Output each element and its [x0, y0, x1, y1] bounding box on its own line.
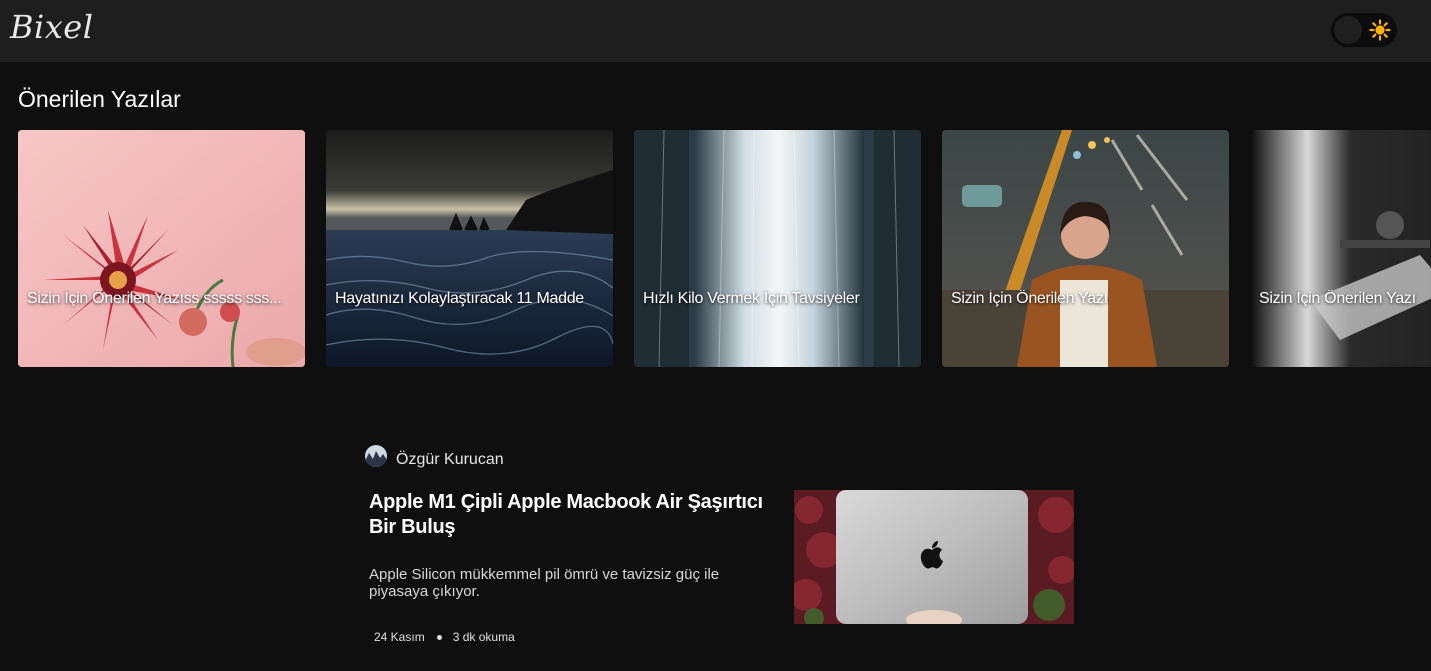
article-preview[interactable]: Özgür Kurucan Apple M1 Çipli Apple Macbo…	[365, 444, 1085, 664]
toggle-knob	[1334, 16, 1362, 44]
card-image	[1250, 130, 1431, 367]
avatar-image	[365, 445, 387, 467]
recommended-card[interactable]: Sizin İçin Önerilen Yazıss sssss sss...	[18, 130, 305, 367]
card-image	[326, 130, 613, 367]
article-meta: 24 Kasım 3 dk okuma	[374, 630, 515, 644]
sun-icon	[1369, 19, 1391, 41]
card-title: Sizin İçin Önerilen Yazı	[1259, 290, 1416, 307]
card-image	[18, 130, 305, 367]
recommended-carousel: Sizin İçin Önerilen Yazıss sssss sss...	[18, 130, 1431, 367]
author-avatar[interactable]	[365, 445, 387, 467]
article-title[interactable]: Apple M1 Çipli Apple Macbook Air Şaşırtı…	[369, 490, 789, 540]
recommended-card[interactable]: Sizin İçin Önerilen Yazı	[1250, 130, 1431, 367]
recommended-card[interactable]: Hızlı Kilo Vermek İçin Tavsiyeler	[634, 130, 921, 367]
article-read-time: 3 dk okuma	[452, 630, 515, 644]
card-image	[634, 130, 921, 367]
theme-toggle[interactable]	[1331, 13, 1397, 47]
article-date: 24 Kasım	[374, 630, 425, 644]
top-navbar: Bixel	[0, 0, 1431, 62]
card-image	[942, 130, 1229, 367]
site-logo[interactable]: Bixel	[10, 8, 93, 46]
article-description: Apple Silicon mükkemmel pil ömrü ve tavi…	[369, 566, 720, 600]
card-title: Hızlı Kilo Vermek İçin Tavsiyeler	[643, 290, 860, 307]
author-name[interactable]: Özgür Kurucan	[396, 451, 504, 469]
recommended-card[interactable]: Hayatınızı Kolaylaştıracak 11 Madde	[326, 130, 613, 367]
macbook-image	[794, 490, 1074, 624]
recommended-card[interactable]: Sizin İçin Önerilen Yazı	[942, 130, 1229, 367]
card-title: Hayatınızı Kolaylaştıracak 11 Madde	[335, 290, 584, 307]
separator-dot	[436, 634, 442, 640]
article-thumbnail[interactable]	[794, 490, 1074, 624]
section-title: Önerilen Yazılar	[18, 86, 181, 112]
card-title: Sizin İçin Önerilen Yazı	[951, 290, 1108, 307]
card-title: Sizin İçin Önerilen Yazıss sssss sss...	[27, 290, 282, 307]
